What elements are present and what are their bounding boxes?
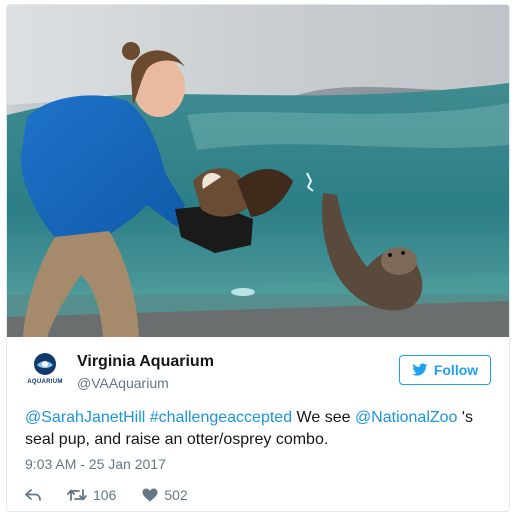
tweet-card: AQUARIUM Virginia Aquarium @VAAquarium F… [6,4,510,512]
bird-icon [412,363,428,376]
retweet-button[interactable]: 106 [67,487,116,503]
retweet-count: 106 [93,487,117,503]
aquarium-photo [7,5,509,337]
reply-button[interactable] [25,488,41,502]
like-button[interactable]: 502 [142,487,188,503]
hashtag-link[interactable]: #challengeaccepted [150,409,292,426]
account-name[interactable]: Virginia Aquarium [77,353,214,371]
tweet-actions: 106 502 [25,485,214,505]
tweet-timestamp[interactable]: 9:03 AM - 25 Jan 2017 [25,456,166,472]
avatar[interactable]: AQUARIUM [25,351,65,391]
heart-icon [142,488,158,502]
tweet-photo[interactable] [7,5,509,337]
mention-link[interactable]: @NationalZoo [355,409,458,426]
like-count: 502 [164,487,188,503]
account-handle[interactable]: @VAAquarium [77,375,169,391]
user-row: AQUARIUM Virginia Aquarium @VAAquarium F… [25,349,491,395]
follow-label: Follow [433,362,479,378]
tweet-text: @SarahJanetHill #challengeaccepted We se… [25,407,495,451]
mention-link[interactable]: @SarahJanetHill [25,409,145,426]
aquarium-logo-icon [34,353,56,375]
retweet-icon [67,489,87,501]
follow-button[interactable]: Follow [399,355,491,385]
reply-icon [25,489,41,501]
tweet-text-part: We see [292,409,355,426]
avatar-label: AQUARIUM [27,379,63,385]
